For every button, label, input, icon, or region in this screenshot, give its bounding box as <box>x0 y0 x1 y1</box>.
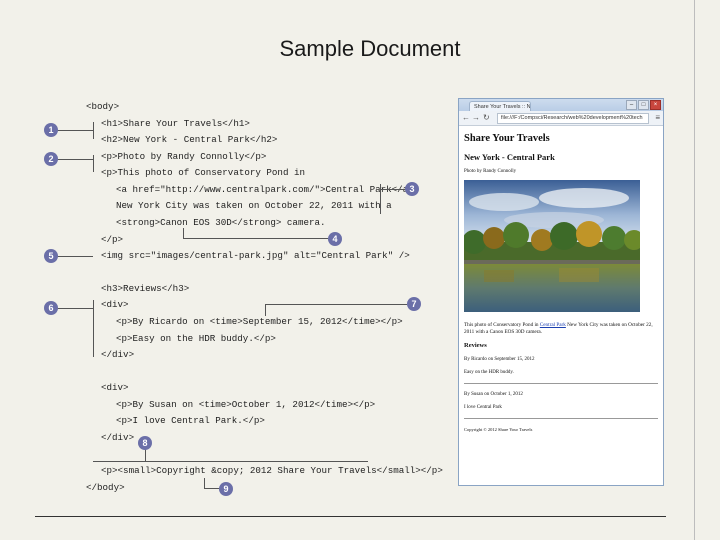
code-line: <h2>New York - Central Park</h2> <box>101 134 278 145</box>
photo-credit: Photo by Randy Connolly <box>464 169 517 174</box>
callout-1: 1 <box>44 123 58 137</box>
code-line: </p> <box>101 234 124 245</box>
code-line: </div> <box>101 432 135 443</box>
code-line: <h1>Share Your Travels</h1> <box>101 118 250 129</box>
central-park-link[interactable]: Central Park <box>540 322 566 328</box>
reviews-heading: Reviews <box>464 342 487 349</box>
description-text: This photo of Conservatory Pond in <box>464 322 540 328</box>
callout-2: 2 <box>44 152 58 166</box>
code-line: <img src="images/central-park.jpg" alt="… <box>101 250 410 261</box>
callout-leader <box>204 478 205 488</box>
code-line: <body> <box>86 101 120 112</box>
callout-leader <box>57 130 93 131</box>
divider <box>464 418 658 419</box>
code-line: </body> <box>86 482 125 493</box>
close-icon[interactable]: × <box>650 100 661 110</box>
divider <box>464 383 658 384</box>
callout-6: 6 <box>44 301 58 315</box>
code-line: <p><small>Copyright &copy; 2012 Share Yo… <box>101 465 443 476</box>
back-arrow-icon[interactable]: ← <box>462 113 470 122</box>
rendered-page: Share Your Travels New York - Central Pa… <box>459 126 663 442</box>
browser-screenshot: Share Your Travels :: New –□× ← → ↻ file… <box>458 98 664 486</box>
callout-leader <box>93 122 94 139</box>
callout-leader <box>183 238 328 239</box>
callout-leader <box>93 300 94 357</box>
callout-leader <box>145 449 146 461</box>
code-line: New York City was taken on October 22, 2… <box>116 200 392 211</box>
window-controls: – □ × <box>625 100 661 110</box>
callout-4: 4 <box>328 232 342 246</box>
code-line: <h3>Reviews</h3> <box>101 283 190 294</box>
menu-icon[interactable]: ≡ <box>655 113 660 122</box>
review-text: I love Central Park <box>464 405 502 410</box>
callout-8: 8 <box>138 436 152 450</box>
code-line: <strong>Canon EOS 30D</strong> camera. <box>116 217 326 228</box>
callout-leader <box>57 256 93 257</box>
copyright: Copyright © 2012 Share Your Travels <box>464 427 533 432</box>
code-line: </div> <box>101 349 135 360</box>
reload-icon[interactable]: ↻ <box>483 113 490 122</box>
browser-tab[interactable]: Share Your Travels :: New <box>469 101 531 111</box>
code-line: <p>I love Central Park.</p> <box>116 415 265 426</box>
callout-leader <box>265 304 266 316</box>
code-line: <p>This photo of Conservatory Pond in <box>101 167 305 178</box>
callout-leader <box>57 159 93 160</box>
review-text: Easy on the HDR buddy. <box>464 370 514 375</box>
photo-description: This photo of Conservatory Pond in Centr… <box>464 322 658 336</box>
callout-9: 9 <box>219 482 233 496</box>
code-line: <div> <box>101 382 129 393</box>
code-line: <div> <box>101 299 129 310</box>
minimize-icon[interactable]: – <box>626 100 637 110</box>
code-line: <p>By Ricardo on <time>September 15, 201… <box>116 316 403 327</box>
callout-7: 7 <box>407 297 421 311</box>
forward-arrow-icon[interactable]: → <box>472 113 480 122</box>
review-author: By Susan on October 1, 2012 <box>464 392 523 397</box>
code-line: <p>Easy on the HDR buddy.</p> <box>116 333 276 344</box>
callout-leader <box>380 184 381 214</box>
review-author: By Ricardo on September 15, 2012 <box>464 357 535 362</box>
central-park-photo <box>464 180 640 312</box>
callout-leader <box>93 155 94 172</box>
address-bar[interactable]: file:///F:/Compsci/Research/web%20develo… <box>497 113 649 124</box>
maximize-icon[interactable]: □ <box>638 100 649 110</box>
callout-leader <box>183 228 184 238</box>
callout-3: 3 <box>405 182 419 196</box>
callout-leader <box>57 308 93 309</box>
browser-titlebar: Share Your Travels :: New –□× <box>459 99 663 111</box>
bottom-rule <box>35 516 666 517</box>
callout-leader <box>380 189 405 190</box>
browser-toolbar: ← → ↻ file:///F:/Compsci/Research/web%20… <box>459 111 663 126</box>
slide-title: Sample Document <box>279 36 461 61</box>
code-line: <p>By Susan on <time>October 1, 2012</ti… <box>116 399 376 410</box>
callout-leader <box>265 304 407 305</box>
code-line: <a href="http://www.centralpark.com/">Ce… <box>116 184 414 195</box>
vertical-rule <box>694 0 695 540</box>
callout-leader <box>93 461 368 462</box>
page-heading: Share Your Travels <box>464 133 550 144</box>
page-subheading: New York - Central Park <box>464 152 555 162</box>
code-line: <p>Photo by Randy Connolly</p> <box>101 151 267 162</box>
callout-5: 5 <box>44 249 58 263</box>
